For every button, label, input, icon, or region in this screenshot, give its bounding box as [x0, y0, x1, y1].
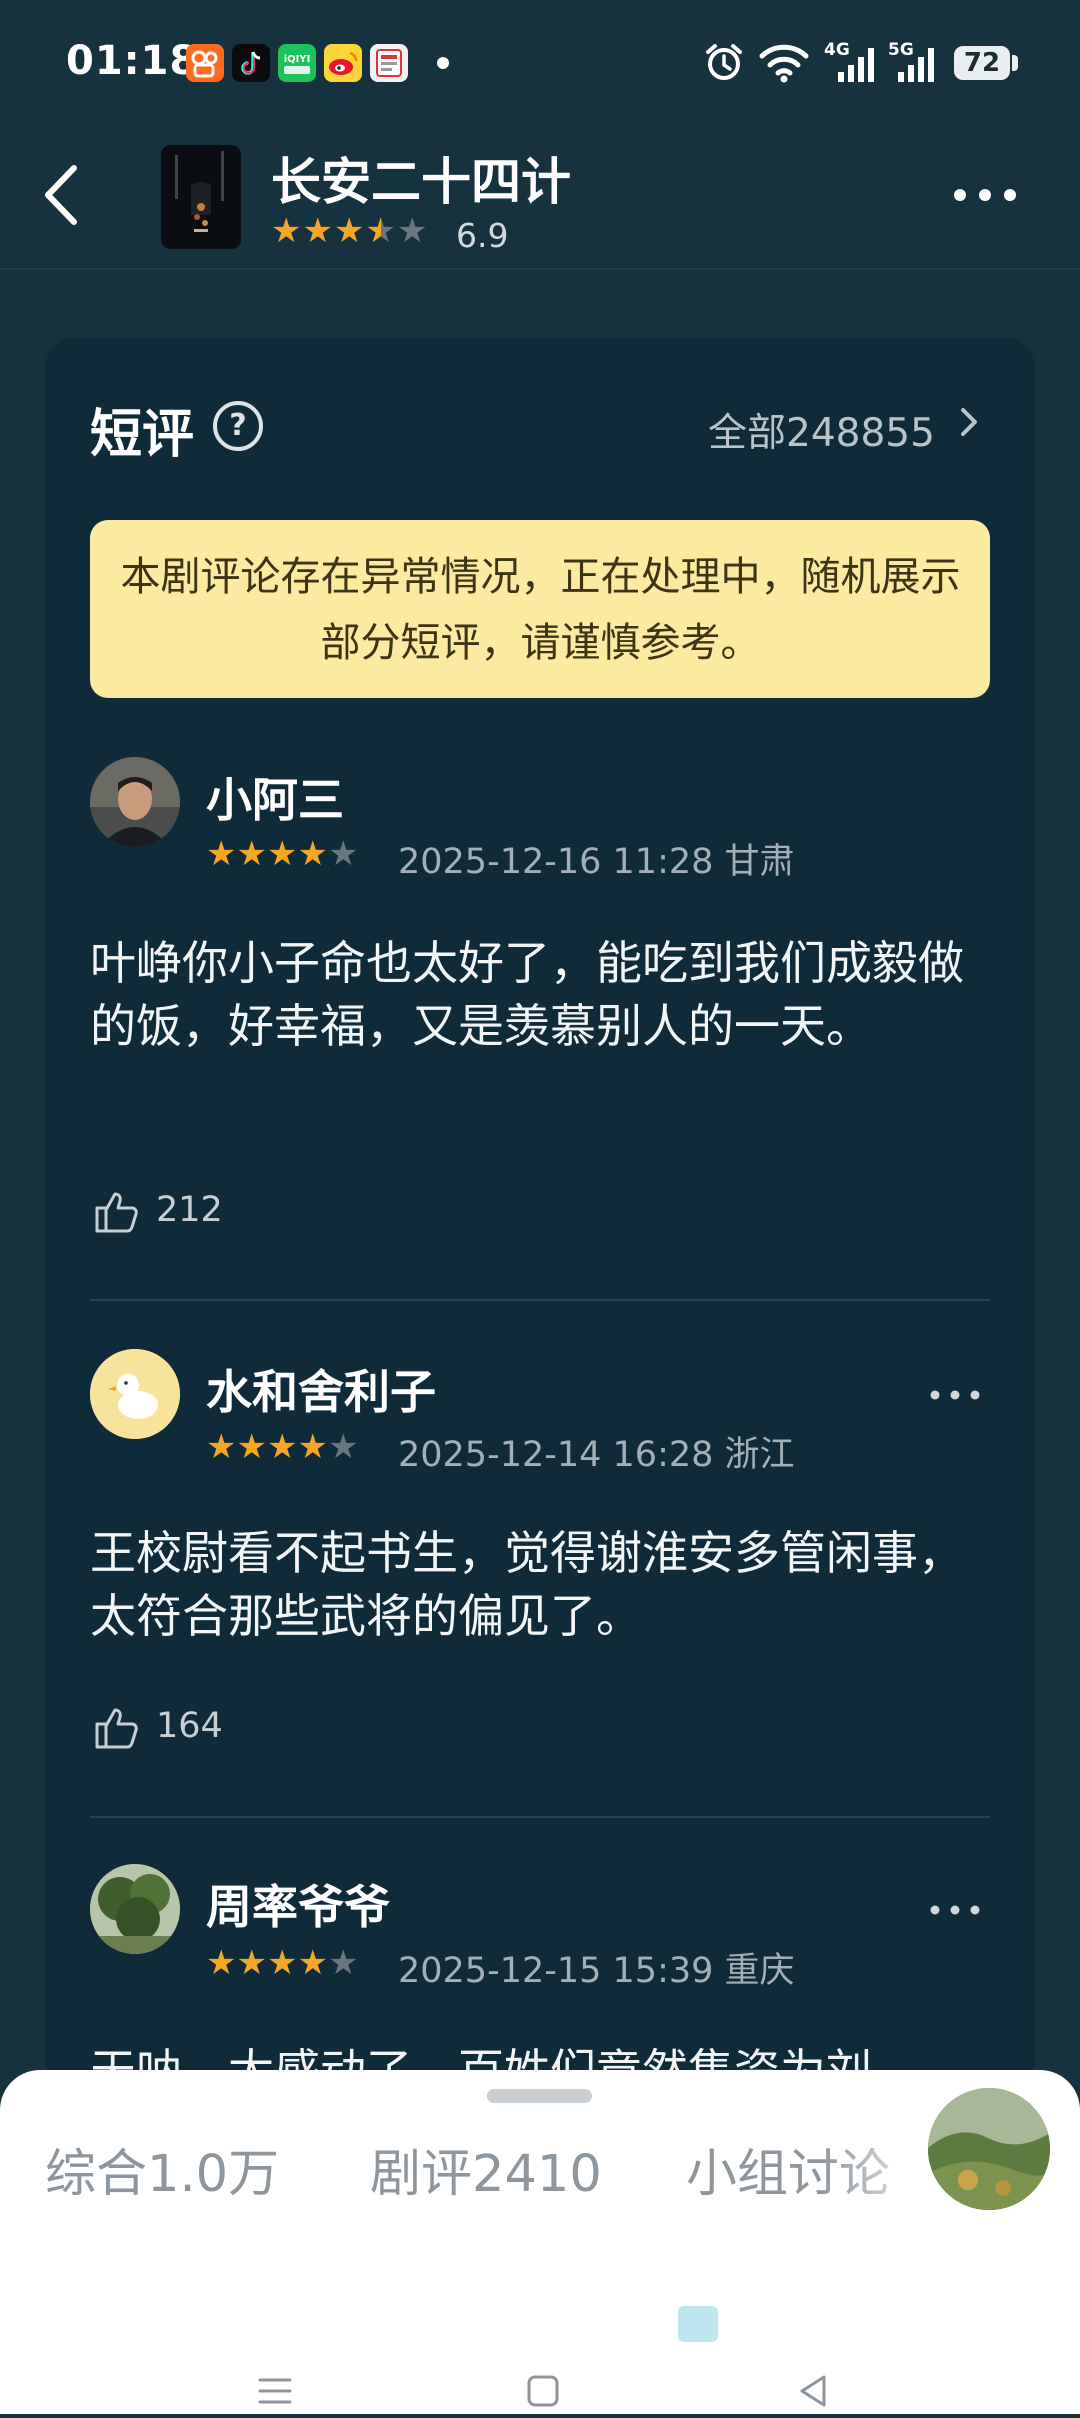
- review-more-button[interactable]: [925, 1385, 985, 1405]
- tab-reviews[interactable]: 剧评2410: [370, 2132, 602, 2206]
- half-star-icon: ★★: [365, 211, 397, 251]
- help-icon[interactable]: ?: [213, 401, 263, 451]
- star-icon: ★: [266, 834, 298, 874]
- review-more-button[interactable]: [925, 1900, 985, 1920]
- wifi-icon: [758, 40, 810, 84]
- status-time: 01:18: [66, 38, 199, 84]
- review-meta: 2025-12-15 15:39 重庆: [398, 1951, 795, 1991]
- menu-nav-icon[interactable]: [252, 2368, 298, 2418]
- notice-text: 本剧评论存在异常情况，正在处理中，随机展示部分短评，请谨慎参考。: [120, 554, 961, 666]
- tab-overview[interactable]: 综合1.0万: [45, 2132, 279, 2206]
- signal-bars-icon: [896, 46, 936, 84]
- star-icon: ★: [206, 834, 237, 874]
- drama-poster[interactable]: [161, 145, 241, 249]
- battery-tip: [1012, 55, 1018, 71]
- kuaishou-icon: [186, 44, 224, 82]
- section-title: 短评: [90, 405, 195, 465]
- faded-chip: [678, 2306, 718, 2342]
- notification-dot-icon: [437, 57, 449, 69]
- thumbs-up-icon[interactable]: [92, 1702, 142, 1752]
- review-rating-stars: ★★★★★: [206, 1946, 358, 1980]
- star-icon: ★: [271, 211, 303, 251]
- sheet-drag-handle[interactable]: [487, 2089, 592, 2103]
- battery-level: 72: [963, 48, 1001, 78]
- star-icon: ★: [297, 1943, 328, 1983]
- thumbs-up-icon[interactable]: [92, 1186, 142, 1236]
- iqiyi-icon: iQIYI: [278, 44, 316, 82]
- all-reviews-link[interactable]: 全部248855: [708, 402, 935, 458]
- star-icon: ★: [266, 1943, 298, 1983]
- status-bar: 01:18 iQIYI 4G 5G 72: [0, 0, 1080, 120]
- news-app-icon: [370, 44, 408, 82]
- star-icon: ★: [333, 211, 366, 251]
- floating-avatar[interactable]: [928, 2088, 1050, 2210]
- more-options-button[interactable]: [950, 170, 1020, 220]
- star-icon: ★: [297, 834, 328, 874]
- star-icon: ★: [297, 1427, 328, 1467]
- drama-title: 长安二十四计: [271, 153, 571, 211]
- avatar[interactable]: [90, 757, 180, 847]
- review-rating-stars: ★★★★★: [206, 837, 358, 871]
- douyin-icon: [232, 44, 270, 82]
- review-divider: [90, 1299, 990, 1301]
- avatar[interactable]: [90, 1864, 180, 1954]
- star-icon: ★: [302, 211, 334, 251]
- star-icon: ★: [396, 211, 429, 251]
- star-icon: ★: [327, 834, 359, 874]
- review-username[interactable]: 周率爷爷: [206, 1871, 390, 1937]
- review-rating-stars: ★★★★★: [206, 1430, 358, 1464]
- star-icon: ★: [206, 1943, 237, 1983]
- star-icon: ★: [236, 1943, 267, 1983]
- alarm-icon: [702, 40, 746, 84]
- star-icon: ★: [327, 1427, 359, 1467]
- star-icon: ★: [266, 1427, 298, 1467]
- like-count: 164: [156, 1706, 223, 1746]
- home-nav-icon[interactable]: [520, 2368, 566, 2418]
- header-rating-stars: ★★★★★★: [271, 214, 428, 248]
- star-icon: ★: [327, 1943, 359, 1983]
- star-icon: ★: [236, 1427, 267, 1467]
- review-meta: 2025-12-16 11:28 甘肃: [398, 842, 795, 882]
- review-username[interactable]: 小阿三: [206, 764, 344, 830]
- review-divider: [90, 1816, 990, 1818]
- header-divider: [0, 268, 1080, 270]
- review-text: 叶峥你小子命也太好了，能吃到我们成毅做的饭，好幸福，又是羡慕别人的一天。: [90, 936, 964, 1053]
- signal-bars-icon: [836, 46, 876, 84]
- review-text: 王校尉看不起书生，觉得谢淮安多管闲事，太符合那些武将的偏见了。: [90, 1526, 964, 1643]
- back-nav-icon[interactable]: [790, 2368, 836, 2418]
- like-count: 212: [156, 1190, 223, 1230]
- review-meta: 2025-12-14 16:28 浙江: [398, 1435, 795, 1475]
- svg-text:iQIYI: iQIYI: [284, 54, 311, 65]
- back-button[interactable]: [38, 160, 98, 230]
- chevron-right-icon[interactable]: [958, 402, 982, 442]
- review-username[interactable]: 水和舍利子: [206, 1356, 436, 1422]
- avatar[interactable]: [90, 1349, 180, 1439]
- star-icon: ★: [236, 834, 267, 874]
- weibo-icon: [324, 44, 362, 82]
- header-score: 6.9: [456, 216, 509, 255]
- star-icon: ★: [206, 1427, 237, 1467]
